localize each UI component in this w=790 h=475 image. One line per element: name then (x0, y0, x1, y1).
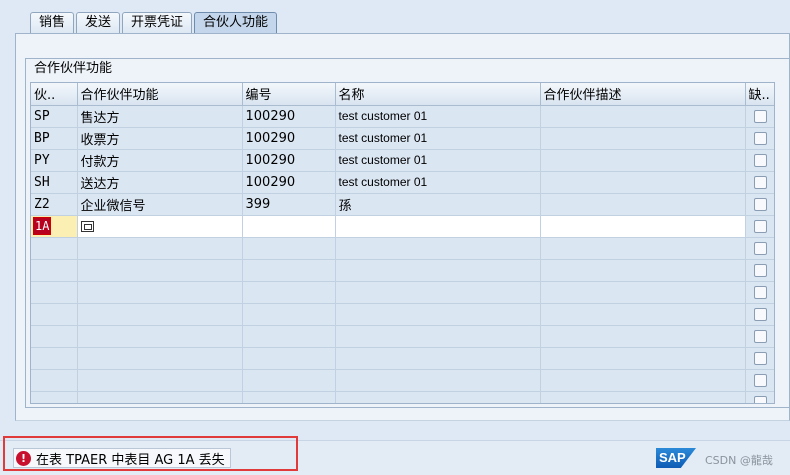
cell-name-input[interactable] (335, 215, 541, 238)
column-header-partner-function[interactable]: 合作伙伴功能 (77, 83, 243, 106)
cell-partner-function[interactable]: 送达方 (77, 171, 243, 194)
cell-description[interactable] (540, 193, 746, 216)
cell-partner-function[interactable]: 收票方 (77, 127, 243, 150)
cell-number[interactable]: 100290 (242, 171, 336, 194)
error-icon: ! (16, 450, 31, 466)
table-row-empty (31, 325, 774, 348)
table-header-row: 伙.. 合作伙伴功能 编号 名称 合作伙伴描述 缺.. (31, 83, 774, 106)
cell-partner-code[interactable]: BP (31, 127, 78, 150)
table-row: PY 付款方 100290 test customer 01 (31, 149, 774, 172)
table-row-empty (31, 237, 774, 260)
group-title: 合作伙伴功能 (34, 61, 113, 76)
table-row-empty (31, 369, 774, 392)
cell-missing (745, 215, 774, 238)
partner-code-input[interactable]: 1A (33, 217, 52, 235)
cell-name[interactable]: 孫 (335, 193, 541, 216)
missing-checkbox[interactable] (754, 219, 767, 233)
cell-missing (745, 193, 774, 216)
cell-number[interactable]: 399 (242, 193, 336, 216)
missing-checkbox[interactable] (754, 373, 767, 387)
cell-missing (745, 127, 774, 150)
missing-checkbox[interactable] (754, 329, 767, 343)
column-header-name[interactable]: 名称 (335, 83, 541, 106)
missing-checkbox[interactable] (754, 307, 767, 321)
cell-missing (745, 171, 774, 194)
missing-checkbox[interactable] (754, 241, 767, 255)
cell-partner-code[interactable]: Z2 (31, 193, 78, 216)
status-message-text: 在表 TPAER 中表目 AG 1A 丢失 (36, 452, 225, 468)
table-row-edit: 1A (31, 215, 774, 238)
missing-checkbox[interactable] (754, 153, 767, 167)
cell-partner-code[interactable]: SP (31, 105, 78, 128)
cell-partner-code[interactable]: SH (31, 171, 78, 194)
tab-shipping[interactable]: 发送 (76, 12, 121, 34)
column-header-number[interactable]: 编号 (242, 83, 336, 106)
cell-description[interactable] (540, 127, 746, 150)
tab-billing-document[interactable]: 开票凭证 (122, 12, 193, 34)
cell-partner-code-error[interactable]: 1A (31, 215, 78, 238)
missing-checkbox[interactable] (754, 131, 767, 145)
cell-partner-code[interactable]: PY (31, 149, 78, 172)
table-row-empty (31, 281, 774, 304)
partner-functions-table: 伙.. 合作伙伴功能 编号 名称 合作伙伴描述 缺.. SP 售达方 10029… (30, 82, 775, 404)
missing-checkbox[interactable] (754, 197, 767, 211)
table-row-empty (31, 259, 774, 282)
table-row: BP 收票方 100290 test customer 01 (31, 127, 774, 150)
cell-number-input[interactable] (242, 215, 336, 238)
value-help-icon[interactable] (80, 220, 94, 232)
cell-partner-function[interactable]: 企业微信号 (77, 193, 243, 216)
missing-checkbox[interactable] (754, 263, 767, 277)
cell-name[interactable]: test customer 01 (335, 127, 541, 150)
cell-number[interactable]: 100290 (242, 127, 336, 150)
cell-partner-function[interactable]: 付款方 (77, 149, 243, 172)
missing-checkbox[interactable] (754, 351, 767, 365)
cell-partner-function[interactable]: 售达方 (77, 105, 243, 128)
column-header-partner-code[interactable]: 伙.. (31, 83, 78, 106)
cell-description[interactable] (540, 171, 746, 194)
table-row: Z2 企业微信号 399 孫 (31, 193, 774, 216)
status-message[interactable]: ! 在表 TPAER 中表目 AG 1A 丢失 (13, 448, 231, 468)
tab-partner-functions[interactable]: 合伙人功能 (194, 12, 278, 34)
cell-description[interactable] (540, 105, 746, 128)
missing-checkbox[interactable] (754, 395, 767, 403)
cell-partner-function-input[interactable] (77, 215, 243, 238)
column-header-missing[interactable]: 缺.. (745, 83, 774, 106)
watermark: CSDN @龍哉 (705, 454, 773, 467)
cell-description[interactable] (540, 149, 746, 172)
table-row-empty (31, 391, 774, 403)
cell-description-input[interactable] (540, 215, 746, 238)
cell-number[interactable]: 100290 (242, 105, 336, 128)
table-row: SP 售达方 100290 test customer 01 (31, 105, 774, 128)
column-header-partner-description[interactable]: 合作伙伴描述 (540, 83, 746, 106)
cell-name[interactable]: test customer 01 (335, 105, 541, 128)
cell-name[interactable]: test customer 01 (335, 149, 541, 172)
tab-sales[interactable]: 销售 (30, 12, 75, 34)
cell-missing (745, 149, 774, 172)
missing-checkbox[interactable] (754, 285, 767, 299)
cell-number[interactable]: 100290 (242, 149, 336, 172)
table-row-empty (31, 347, 774, 370)
cell-missing (745, 105, 774, 128)
table-row: SH 送达方 100290 test customer 01 (31, 171, 774, 194)
missing-checkbox[interactable] (754, 175, 767, 189)
missing-checkbox[interactable] (754, 109, 767, 123)
cell-name[interactable]: test customer 01 (335, 171, 541, 194)
table-row-empty (31, 303, 774, 326)
tab-strip: 销售 发送 开票凭证 合伙人功能 (30, 12, 279, 34)
